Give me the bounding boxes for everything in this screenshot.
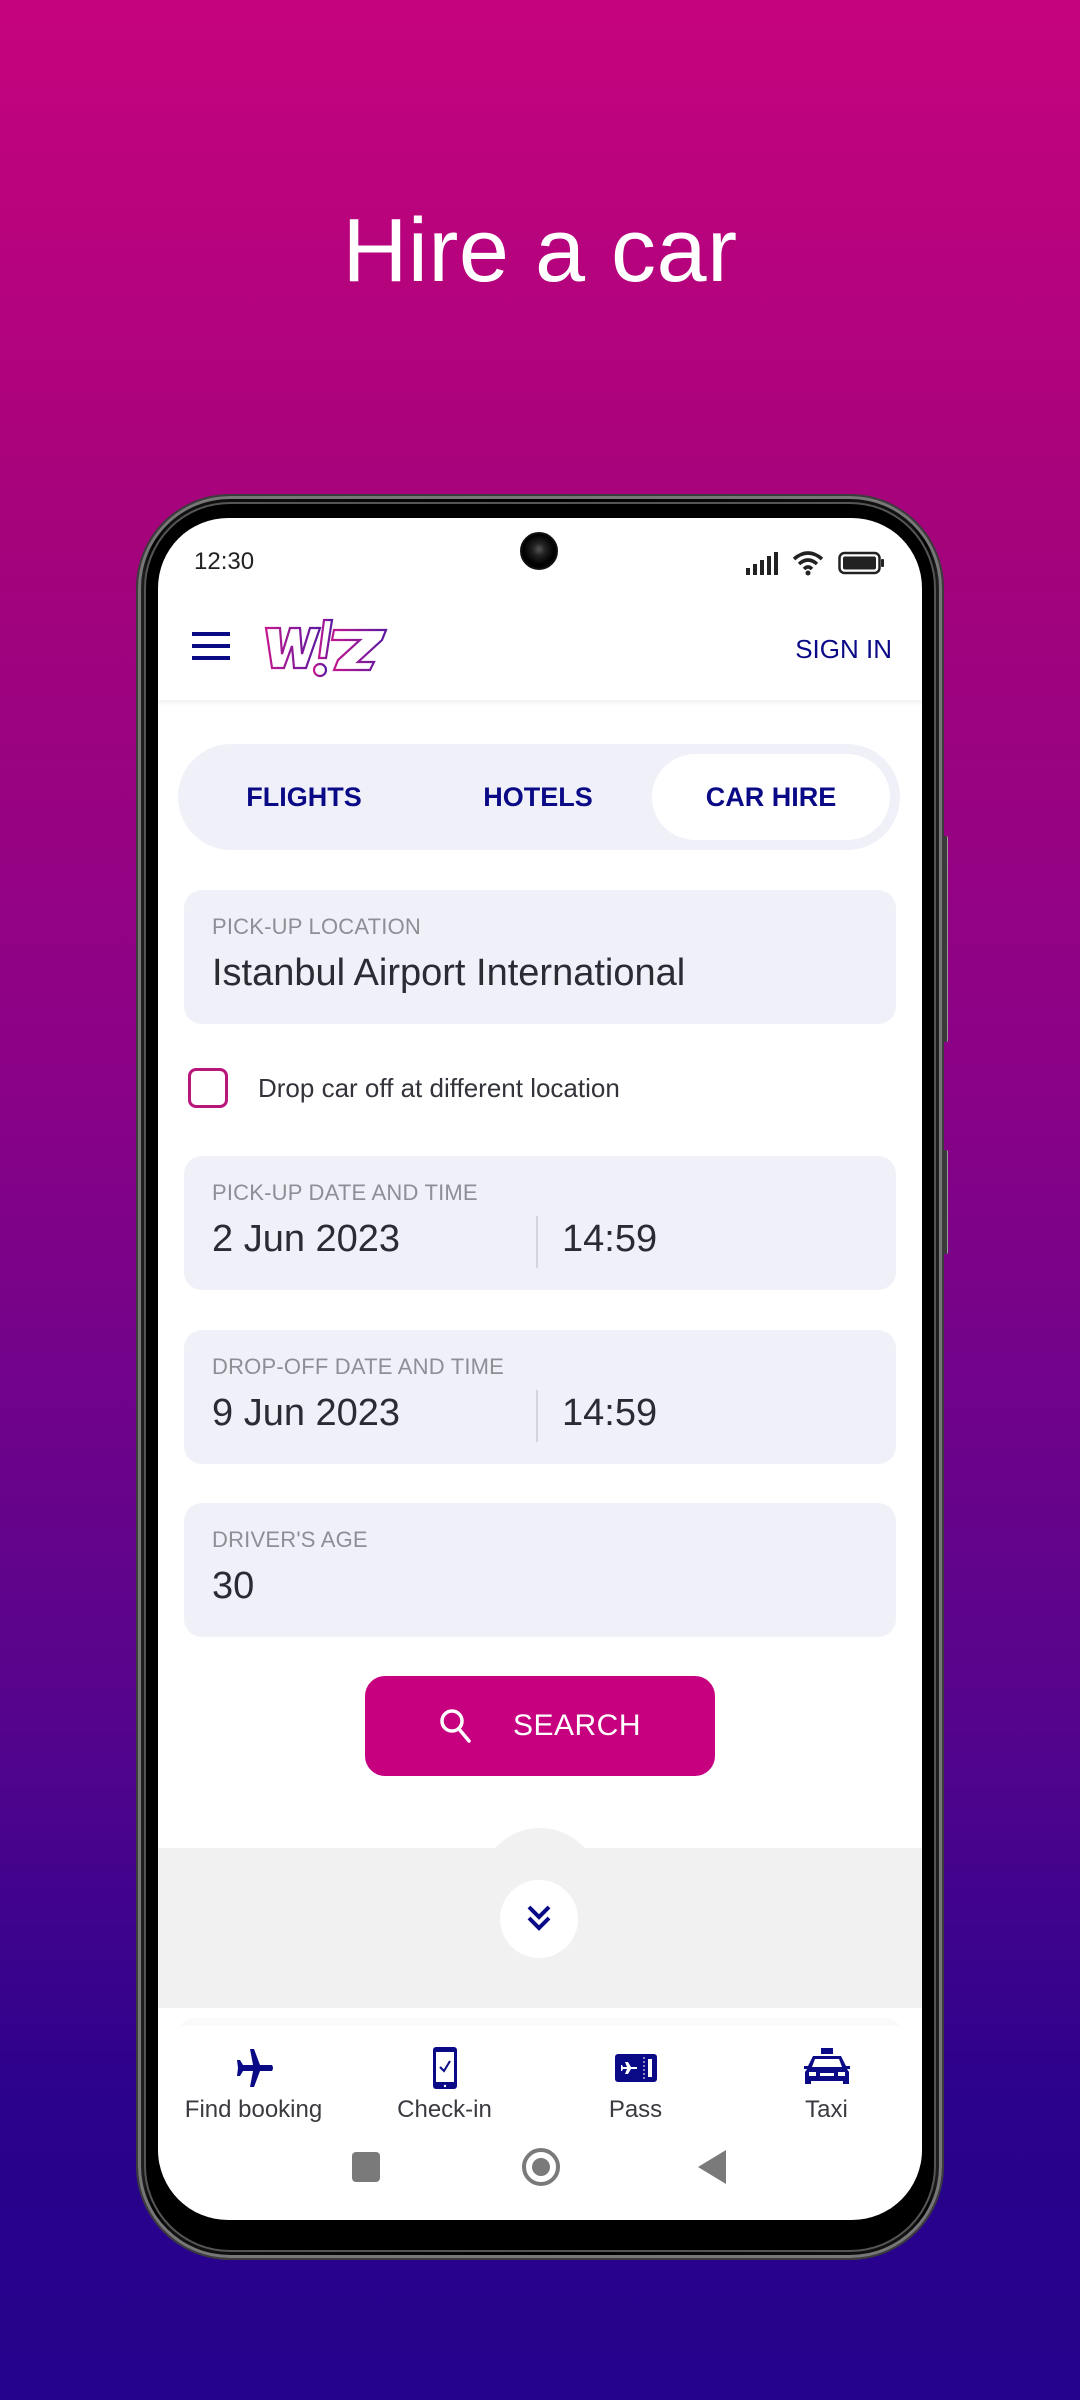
status-bar: 12:30 (158, 518, 922, 598)
nav-check-in[interactable]: Check-in (349, 2026, 540, 2136)
signal-icon (746, 552, 778, 575)
different-dropoff-option[interactable]: Drop car off at different location (188, 1068, 620, 1108)
tab-car-hire[interactable]: CAR HIRE (652, 754, 890, 840)
dropoff-datetime-field: DROP-OFF DATE AND TIME 9 Jun 2023 14:59 (184, 1330, 896, 1464)
drivers-age-field[interactable]: DRIVER'S AGE 30 (184, 1503, 896, 1637)
boarding-pass-icon (614, 2054, 657, 2082)
drivers-age-value: 30 (212, 1565, 255, 1607)
airplane-icon (236, 2049, 273, 2087)
field-divider (536, 1216, 538, 1268)
menu-icon[interactable] (192, 632, 230, 662)
bottom-navigation: Find booking Check-in Pass Taxi (158, 2026, 922, 2136)
battery-icon (838, 551, 884, 575)
taxi-icon (803, 2048, 850, 2084)
sign-in-button[interactable]: SIGN IN (795, 634, 892, 665)
nav-label: Taxi (805, 2096, 848, 2123)
tab-flights[interactable]: FLIGHTS (194, 754, 414, 840)
nav-label: Find booking (184, 2096, 323, 2123)
home-button[interactable] (522, 2148, 560, 2186)
pickup-location-field[interactable]: PICK-UP LOCATION Istanbul Airport Intern… (184, 890, 896, 1024)
field-divider (536, 1390, 538, 1442)
nav-pass[interactable]: Pass (540, 2026, 731, 2136)
search-icon (440, 1709, 471, 1743)
power-button (942, 1150, 948, 1254)
nav-taxi[interactable]: Taxi (731, 2026, 922, 2136)
wizz-logo (264, 618, 388, 678)
dropoff-datetime-label: DROP-OFF DATE AND TIME (212, 1354, 505, 1379)
expand-button[interactable] (500, 1880, 578, 1958)
dropoff-time[interactable]: 14:59 (562, 1392, 657, 1435)
front-camera (520, 532, 558, 570)
phone-screen: 12:30 SIGN IN FLIGHTS HOTELS CAR HIRE PI… (158, 518, 922, 2220)
different-dropoff-label: Drop car off at different location (258, 1072, 620, 1103)
pickup-datetime-label: PICK-UP DATE AND TIME (212, 1180, 478, 1205)
app-bar: SIGN IN (158, 598, 922, 700)
different-dropoff-checkbox[interactable] (188, 1068, 228, 1108)
drivers-age-label: DRIVER'S AGE (212, 1527, 368, 1552)
pickup-datetime-field: PICK-UP DATE AND TIME 2 Jun 2023 14:59 (184, 1156, 896, 1290)
double-chevron-down-icon (527, 1905, 551, 1931)
recents-button[interactable] (352, 2152, 380, 2182)
search-button[interactable]: SEARCH (365, 1676, 715, 1776)
pickup-time[interactable]: 14:59 (562, 1218, 657, 1261)
status-time: 12:30 (194, 548, 255, 575)
nav-label: Check-in (397, 2096, 492, 2123)
promo-headline: Hire a car (342, 201, 738, 301)
search-label: SEARCH (512, 1709, 642, 1742)
booking-type-tabs: FLIGHTS HOTELS CAR HIRE (178, 744, 900, 850)
volume-button (942, 836, 948, 1042)
wifi-icon (792, 551, 824, 576)
pickup-location-label: PICK-UP LOCATION (212, 914, 421, 939)
back-button[interactable] (698, 2150, 726, 2184)
pickup-date[interactable]: 2 Jun 2023 (212, 1218, 400, 1261)
system-navigation-bar (158, 2138, 922, 2198)
mobile-check-icon (432, 2047, 457, 2089)
tab-hotels[interactable]: HOTELS (428, 754, 648, 840)
dropoff-date[interactable]: 9 Jun 2023 (212, 1392, 400, 1435)
nav-label: Pass (608, 2096, 663, 2123)
pickup-location-value: Istanbul Airport International (212, 952, 686, 994)
nav-find-booking[interactable]: Find booking (158, 2026, 349, 2136)
